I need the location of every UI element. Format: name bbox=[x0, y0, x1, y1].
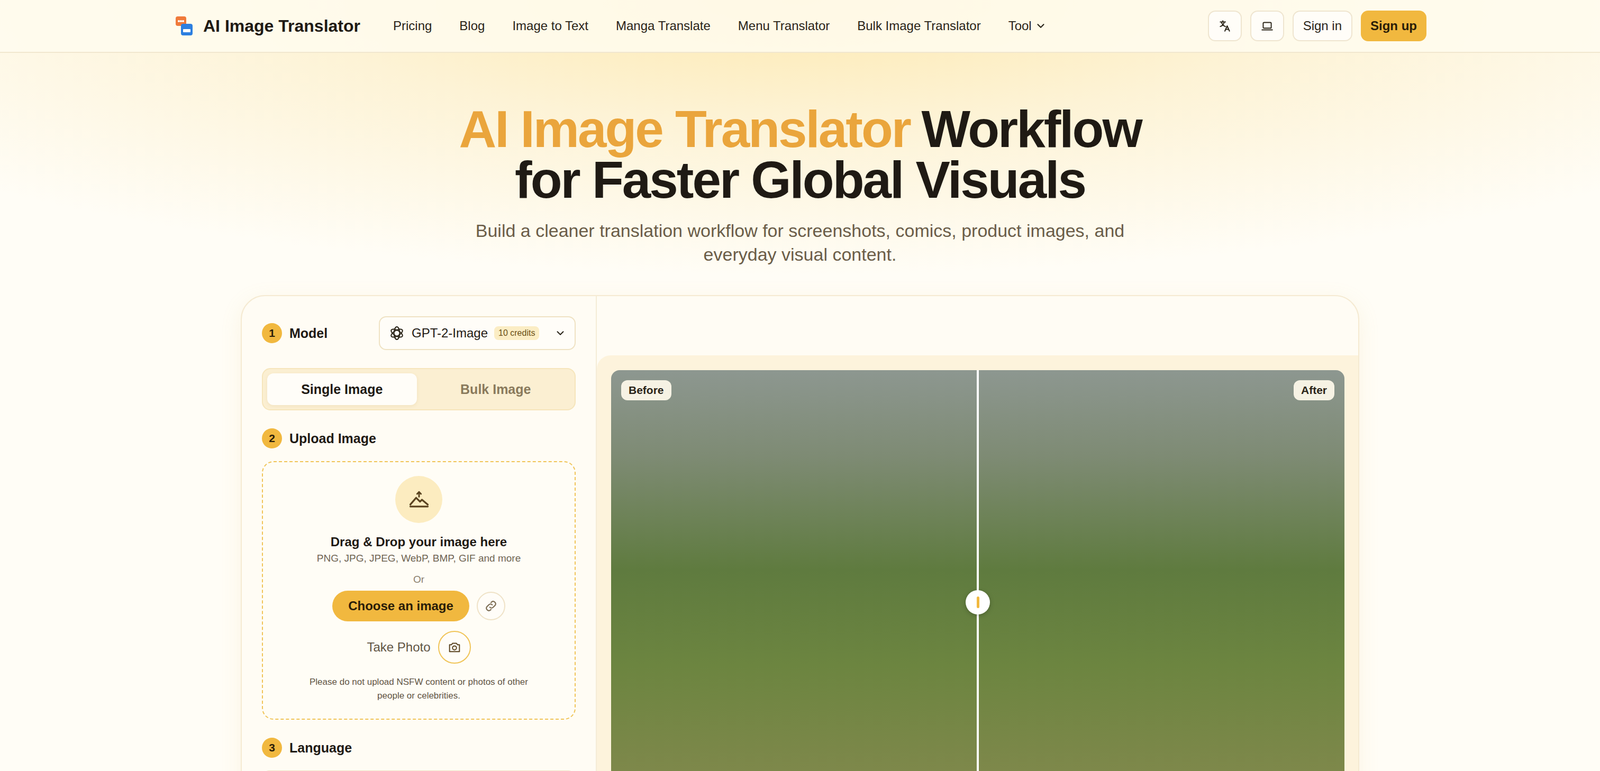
tool-menu[interactable]: Tool bbox=[1008, 18, 1047, 34]
hero-subtitle: Build a cleaner translation workflow for… bbox=[461, 219, 1139, 267]
step-label: 2 Upload Image bbox=[261, 428, 576, 449]
title-highlight: AI Image Translator bbox=[458, 100, 911, 159]
theme-button[interactable] bbox=[1250, 10, 1285, 42]
dropzone[interactable]: Drag & Drop your image here PNG, JPG, JPE… bbox=[261, 461, 576, 721]
chevron-down-icon bbox=[1034, 20, 1047, 32]
brand[interactable]: AI Image Translator bbox=[173, 15, 361, 37]
page: AI Image Translator Pricing Blog Image to T… bbox=[0, 0, 1600, 771]
choose-row: Choose an image bbox=[332, 591, 506, 622]
preview-panel: Before After bbox=[596, 296, 1359, 771]
nav-link[interactable]: Pricing bbox=[393, 18, 432, 34]
url-button[interactable] bbox=[476, 592, 506, 621]
translate-icon bbox=[1217, 19, 1232, 33]
step-label: 1 Model bbox=[261, 323, 328, 344]
step-number: 1 bbox=[261, 323, 283, 344]
take-photo-label: Take Photo bbox=[366, 640, 431, 656]
or-text: Or bbox=[413, 574, 425, 586]
logo-icon bbox=[173, 15, 195, 37]
sign-in-button[interactable]: Sign in bbox=[1292, 10, 1353, 42]
step-number: 3 bbox=[261, 738, 283, 759]
upload-notice: Please do not upload NSFW content or pho… bbox=[302, 675, 536, 704]
step-title: Upload Image bbox=[289, 431, 377, 447]
header: AI Image Translator Pricing Blog Image to T… bbox=[0, 0, 1600, 53]
nav-link[interactable]: Bulk Image Translator bbox=[857, 18, 981, 34]
title-line-2: for Faster Global Visuals bbox=[0, 154, 1600, 206]
nav-link[interactable]: Menu Translator bbox=[738, 18, 830, 34]
model-name: GPT-2-Image bbox=[411, 325, 488, 341]
mode-tab[interactable]: Single Image bbox=[267, 373, 417, 406]
model-select[interactable]: GPT-2-Image 10 credits bbox=[378, 316, 576, 351]
title-line: AI Image TranslatorWorkflow bbox=[0, 103, 1600, 155]
before-badge: Before bbox=[621, 380, 672, 401]
openai-icon bbox=[388, 324, 406, 342]
laptop-icon bbox=[1260, 19, 1275, 33]
nav-link[interactable]: Manga Translate bbox=[615, 18, 711, 34]
language-select[interactable] bbox=[261, 770, 576, 771]
hero-title: AI Image TranslatorWorkflowfor Faster Gl… bbox=[0, 103, 1600, 206]
translator-card: 1ModelGPT-2-Image10 creditsSingle ImageB… bbox=[240, 295, 1360, 771]
step-label: 3 Language bbox=[261, 738, 576, 759]
compare-divider[interactable] bbox=[976, 370, 979, 771]
before-after-compare[interactable]: Before After bbox=[611, 370, 1345, 771]
upload-section: 2 Upload Image Drag & Drop your image here… bbox=[261, 428, 576, 721]
drop-formats: PNG, JPG, JPEG, WebP, BMP, GIF and more bbox=[316, 552, 521, 565]
choose-image-button[interactable]: Choose an image bbox=[332, 591, 470, 622]
chevron-down-icon bbox=[554, 327, 567, 340]
settings-panel: 1 Model GPT-2-Image 10 credits Single ImageB… bbox=[241, 296, 597, 771]
step-number: 2 bbox=[261, 428, 283, 449]
after-badge: After bbox=[1293, 380, 1335, 401]
camera-icon bbox=[447, 640, 462, 656]
language-section: 3 Language bbox=[261, 738, 576, 771]
credits-badge: 10 credits bbox=[494, 326, 540, 341]
language-button[interactable] bbox=[1207, 10, 1242, 42]
mountain-upload-icon bbox=[407, 488, 431, 512]
mode-tabs: Single ImageBulk Image bbox=[261, 368, 576, 411]
title-rest: Workflow bbox=[921, 100, 1141, 159]
step-title: Language bbox=[289, 740, 352, 757]
mode-tab[interactable]: Bulk Image bbox=[421, 373, 571, 406]
upload-badge bbox=[395, 476, 443, 524]
link-icon bbox=[483, 598, 499, 614]
nav-link[interactable]: Image to Text bbox=[512, 18, 589, 34]
nav-link[interactable]: Blog bbox=[459, 18, 485, 34]
take-photo-row: Take Photo bbox=[366, 631, 471, 665]
sign-up-button[interactable]: Sign up bbox=[1360, 10, 1427, 42]
handle-grip-icon bbox=[976, 596, 980, 609]
compare-handle[interactable] bbox=[965, 590, 990, 615]
hero: AI Image TranslatorWorkflowfor Faster Gl… bbox=[0, 52, 1600, 267]
model-row: 1 Model GPT-2-Image 10 credits bbox=[261, 316, 576, 351]
header-actions: Sign inSign up bbox=[1207, 10, 1427, 42]
step-title: Model bbox=[289, 325, 328, 342]
drop-title: Drag & Drop your image here bbox=[330, 534, 507, 550]
take-photo-button[interactable] bbox=[438, 631, 471, 665]
preview-area: Before After bbox=[596, 355, 1359, 771]
main-nav: Pricing Blog Image to Text Manga Translate M… bbox=[393, 18, 1047, 34]
brand-name: AI Image Translator bbox=[203, 16, 361, 36]
tool-label: Tool bbox=[1008, 18, 1032, 34]
